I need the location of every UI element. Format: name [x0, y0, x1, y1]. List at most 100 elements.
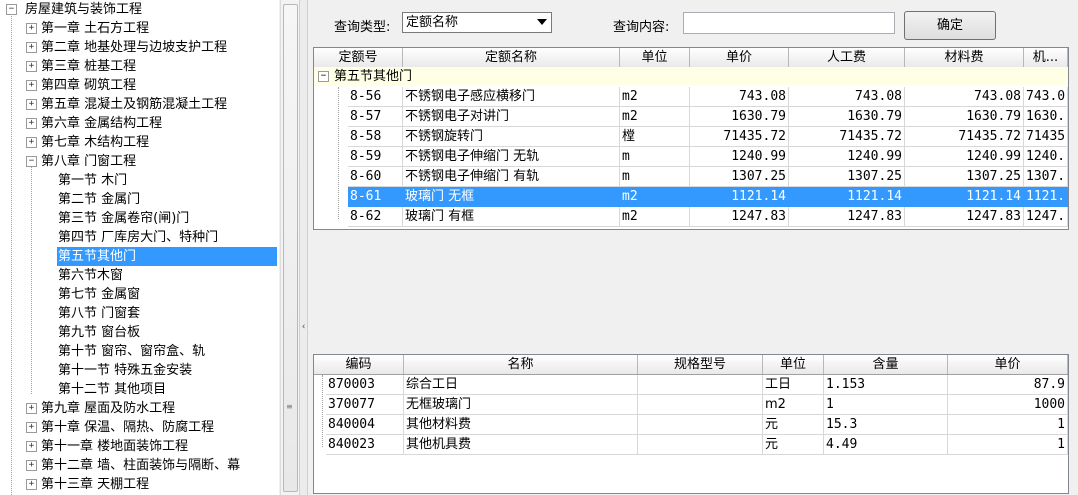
- tree-chapter[interactable]: + 第一章 土石方工程: [0, 19, 279, 38]
- tree-chapter[interactable]: + 第十一章 楼地面装饰工程: [0, 437, 279, 456]
- tree-chapter-label: 第二章 地基处理与边坡支护工程: [41, 40, 228, 55]
- column-header[interactable]: 机...: [1024, 48, 1068, 67]
- expand-icon[interactable]: +: [26, 403, 37, 414]
- column-header[interactable]: 单价: [690, 48, 789, 67]
- table-cell: 840023: [326, 435, 404, 455]
- expand-icon[interactable]: +: [26, 441, 37, 452]
- tree-section[interactable]: 第八节 门窗套: [0, 304, 279, 323]
- tree-section[interactable]: 第六节木窗: [0, 266, 279, 285]
- tree-section-label: 第一节 木门: [58, 173, 128, 188]
- tree-chapter[interactable]: + 第三章 桩基工程: [0, 57, 279, 76]
- table-cell: 玻璃门 有框: [403, 207, 620, 227]
- table-cell: 8-59: [348, 147, 403, 167]
- tree-section[interactable]: 第五节其他门: [0, 247, 279, 266]
- table-cell: 1121.14: [789, 187, 905, 207]
- column-header[interactable]: 材料费: [905, 48, 1024, 67]
- collapse-icon[interactable]: −: [318, 71, 329, 82]
- table-cell: 71435.72: [789, 127, 905, 147]
- collapse-left-icon[interactable]: ‹: [300, 322, 307, 332]
- column-header[interactable]: 规格型号: [638, 355, 763, 374]
- column-header[interactable]: 名称: [404, 355, 638, 374]
- column-header[interactable]: 单位: [763, 355, 824, 374]
- expand-icon[interactable]: +: [26, 61, 37, 72]
- tree-section-label: 第四节 厂库房大门、特种门: [58, 230, 219, 245]
- table-cell: 1247.: [1024, 207, 1068, 227]
- tree-chapter[interactable]: + 第二章 地基处理与边坡支护工程: [0, 38, 279, 57]
- table-cell: m2: [620, 207, 690, 227]
- column-header[interactable]: 单价: [948, 355, 1068, 374]
- table-cell: m2: [763, 395, 824, 415]
- table-cell: 743.08: [789, 87, 905, 107]
- tree-section[interactable]: 第四节 厂库房大门、特种门: [0, 228, 279, 247]
- column-header[interactable]: 定额号: [314, 48, 403, 67]
- expand-icon[interactable]: +: [26, 23, 37, 34]
- tree-section[interactable]: 第十二节 其他项目: [0, 380, 279, 399]
- expand-icon[interactable]: +: [26, 80, 37, 91]
- tree-scrollbar-thumb[interactable]: [283, 4, 298, 492]
- table-cell: 8-57: [348, 107, 403, 127]
- table-cell: 不锈钢旋转门: [403, 127, 620, 147]
- table-cell: 元: [763, 435, 824, 455]
- table-cell: 1247.83: [905, 207, 1024, 227]
- table-cell: 综合工日: [404, 375, 638, 395]
- category-tree[interactable]: − 房屋建筑与装饰工程 + 第一章 土石方工程 + 第二章 地基处理与边坡支护工程 + 第三章…: [0, 0, 279, 495]
- tree-chapter[interactable]: + 第四章 砌筑工程: [0, 76, 279, 95]
- column-header[interactable]: 单位: [620, 48, 690, 67]
- table-cell: 1247.83: [690, 207, 789, 227]
- table-cell: 1121.: [1024, 187, 1068, 207]
- table-cell: m2: [620, 187, 690, 207]
- tree-chapter[interactable]: + 第九章 屋面及防水工程: [0, 399, 279, 418]
- table-cell: [638, 395, 763, 415]
- table-cell: m: [620, 147, 690, 167]
- query-type-select[interactable]: 定额名称: [402, 12, 552, 33]
- tree-scrollbar[interactable]: ≡: [280, 0, 299, 495]
- table-cell: 樘: [620, 127, 690, 147]
- tree-chapter[interactable]: − 第八章 门窗工程: [0, 152, 279, 171]
- expand-icon[interactable]: +: [26, 479, 37, 490]
- tree-root[interactable]: − 房屋建筑与装饰工程: [0, 0, 279, 19]
- tree-chapter[interactable]: + 第十二章 墙、柱面装饰与隔断、幕: [0, 456, 279, 475]
- table-cell: m2: [620, 87, 690, 107]
- tree-section[interactable]: 第一节 木门: [0, 171, 279, 190]
- expand-icon[interactable]: +: [26, 460, 37, 471]
- table-cell: 1.153: [824, 375, 948, 395]
- column-header[interactable]: 人工费: [789, 48, 905, 67]
- quota-grid-header: 定额号 定额名称 单位 单价 人工费 材料费 机...: [314, 48, 1068, 68]
- table-cell: 1630.79: [789, 107, 905, 127]
- tree-chapter[interactable]: + 第七章 木结构工程: [0, 133, 279, 152]
- tree-section-label: 第七节 金属窗: [58, 287, 141, 302]
- tree-chapter-label: 第十章 保温、隔热、防腐工程: [41, 420, 215, 435]
- confirm-button[interactable]: 确定: [904, 11, 996, 40]
- table-cell: 8-58: [348, 127, 403, 147]
- tree-chapter[interactable]: + 第六章 金属结构工程: [0, 114, 279, 133]
- tree-chapter-label: 第十一章 楼地面装饰工程: [41, 439, 189, 454]
- table-cell: 1307.: [1024, 167, 1068, 187]
- expand-icon[interactable]: +: [26, 99, 37, 110]
- tree-section[interactable]: 第十一节 特殊五金安装: [0, 361, 279, 380]
- table-cell: 8-61: [348, 187, 403, 207]
- quota-grid: 定额号 定额名称 单位 单价 人工费 材料费 机... − 第五节其他门 8-56 不锈钢电子…: [313, 47, 1069, 230]
- query-content-input[interactable]: [683, 12, 895, 34]
- tree-chapter[interactable]: + 第十三章 天棚工程: [0, 475, 279, 494]
- tree-chapter[interactable]: + 第五章 混凝土及钢筋混凝土工程: [0, 95, 279, 114]
- tree-chapter[interactable]: + 第十章 保温、隔热、防腐工程: [0, 418, 279, 437]
- expand-icon[interactable]: +: [26, 137, 37, 148]
- column-header[interactable]: 定额名称: [403, 48, 620, 67]
- table-cell: m: [620, 167, 690, 187]
- expand-icon[interactable]: +: [26, 422, 37, 433]
- panel-splitter[interactable]: ‹: [299, 0, 308, 495]
- table-cell: 1247.83: [789, 207, 905, 227]
- tree-section[interactable]: 第三节 金属卷帘(闸)门: [0, 209, 279, 228]
- tree-section[interactable]: 第十节 窗帘、窗帘盒、轨: [0, 342, 279, 361]
- tree-section[interactable]: 第二节 金属门: [0, 190, 279, 209]
- table-cell: 8-60: [348, 167, 403, 187]
- dropdown-arrow-icon[interactable]: [537, 19, 547, 25]
- table-cell: 元: [763, 415, 824, 435]
- column-header[interactable]: 编码: [314, 355, 404, 374]
- expand-icon[interactable]: +: [26, 118, 37, 129]
- expand-icon[interactable]: +: [26, 42, 37, 53]
- tree-section[interactable]: 第九节 窗台板: [0, 323, 279, 342]
- column-header[interactable]: 含量: [824, 355, 948, 374]
- quota-group-row[interactable]: − 第五节其他门: [314, 67, 1068, 86]
- tree-section[interactable]: 第七节 金属窗: [0, 285, 279, 304]
